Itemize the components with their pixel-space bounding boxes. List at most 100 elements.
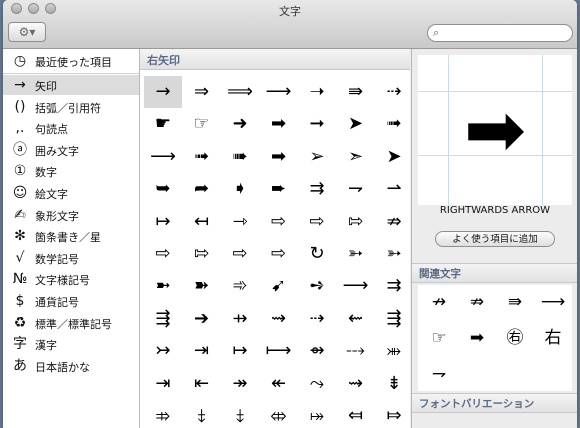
sidebar-item[interactable]: № 文字様記号 <box>3 269 139 289</box>
character-cell[interactable]: ⇉ <box>375 270 413 302</box>
character-cell[interactable]: ➟ <box>375 108 413 140</box>
character-cell[interactable]: ⇨ <box>298 206 336 238</box>
character-cell[interactable]: ⇁ <box>337 173 375 205</box>
character-cell[interactable]: ⟹ <box>221 76 259 108</box>
character-cell[interactable]: ↻ <box>298 238 336 270</box>
sidebar-item[interactable]: 字漢字 <box>3 334 139 354</box>
character-cell[interactable]: ⇨ <box>144 238 182 270</box>
character-cell[interactable]: ➳ <box>375 238 413 270</box>
related-character-cell[interactable]: ⇏ <box>458 285 496 319</box>
sidebar-item[interactable]: あ日本語かな <box>3 356 139 376</box>
character-cell[interactable]: ➣ <box>337 141 375 173</box>
character-cell[interactable]: ⟶ <box>260 76 298 108</box>
character-cell[interactable]: ⤈ <box>183 400 221 428</box>
character-cell[interactable]: ⇝ <box>337 368 375 400</box>
character-cell[interactable]: ☛ <box>144 108 182 140</box>
character-cell[interactable]: ☞ <box>183 108 221 140</box>
character-cell[interactable]: ⇉ <box>298 173 336 205</box>
related-character-cell[interactable]: ➡ <box>458 321 496 355</box>
character-cell[interactable]: ⤈ <box>221 400 259 428</box>
character-cell[interactable]: ➺ <box>298 270 336 302</box>
character-cell[interactable]: ⟶ <box>144 141 182 173</box>
character-cell[interactable]: ⇀ <box>375 173 413 205</box>
action-menu-button[interactable]: ⚙▾ <box>8 22 46 42</box>
character-cell[interactable]: ⇒ <box>183 76 221 108</box>
sidebar-item[interactable]: ⓐ 囲み文字 <box>3 140 139 160</box>
sidebar-item[interactable]: ✻ 箇条書き／星 <box>3 226 139 246</box>
character-cell[interactable]: ⇢ <box>298 303 336 335</box>
character-cell[interactable]: ➔ <box>183 303 221 335</box>
related-character-cell[interactable]: ⇛ <box>496 285 534 319</box>
character-cell[interactable]: ➜ <box>221 108 259 140</box>
character-cell[interactable]: ⤄ <box>260 400 298 428</box>
character-cell[interactable]: ↠ <box>221 368 259 400</box>
character-cell[interactable]: ➧ <box>221 173 259 205</box>
character-cell[interactable]: ⇴ <box>298 335 336 367</box>
character-cell[interactable]: ↦ <box>144 206 182 238</box>
related-character-cell[interactable]: ☞ <box>420 321 458 355</box>
character-cell[interactable]: ➞ <box>298 108 336 140</box>
related-character-cell[interactable]: ⇁ <box>420 357 458 391</box>
character-cell[interactable]: ⇸ <box>221 303 259 335</box>
sidebar-item[interactable]: √ 数学記号 <box>3 248 139 268</box>
related-character-cell[interactable]: ㊨ <box>496 321 534 355</box>
character-cell[interactable]: ➟ <box>183 141 221 173</box>
character-cell[interactable]: ➦ <box>183 173 221 205</box>
character-cell[interactable]: ➡ <box>260 141 298 173</box>
search-input[interactable] <box>446 26 566 40</box>
character-cell[interactable]: ⇶ <box>375 303 413 335</box>
character-cell[interactable]: ➳ <box>337 238 375 270</box>
character-cell[interactable]: ⤳ <box>298 368 336 400</box>
character-cell[interactable]: ⟶ <box>337 270 375 302</box>
character-cell[interactable]: ⇜ <box>337 303 375 335</box>
sidebar-item[interactable]: ◷ 最近使った項目 <box>3 51 139 71</box>
sidebar-item[interactable]: ☺ 絵文字 <box>3 183 139 203</box>
character-cell[interactable]: ⇝ <box>260 303 298 335</box>
character-cell[interactable]: ➾ <box>221 270 259 302</box>
character-cell[interactable]: → <box>144 76 182 108</box>
character-cell[interactable]: ⇾ <box>221 206 259 238</box>
character-cell[interactable]: ➤ <box>337 108 375 140</box>
character-cell[interactable]: ➢ <box>298 141 336 173</box>
character-cell[interactable]: ⇰ <box>183 238 221 270</box>
character-cell[interactable]: ↦ <box>221 335 259 367</box>
character-cell[interactable]: ➡ <box>260 108 298 140</box>
character-cell[interactable]: ⤅ <box>298 400 336 428</box>
character-cell[interactable]: ⇨ <box>221 238 259 270</box>
character-cell[interactable]: ⇥ <box>144 368 182 400</box>
character-cell[interactable]: ⤇ <box>375 400 413 428</box>
sidebar-item[interactable]: $ 通貨記号 <box>3 291 139 311</box>
character-cell[interactable]: ➽ <box>183 270 221 302</box>
sidebar-item[interactable]: () 括弧／引用符 <box>3 97 139 117</box>
character-cell[interactable]: ➠ <box>221 141 259 173</box>
character-cell[interactable]: ↤ <box>183 206 221 238</box>
character-cell[interactable]: ⤕ <box>375 335 413 367</box>
character-cell[interactable]: ↞ <box>260 368 298 400</box>
character-cell[interactable]: ➝ <box>298 76 336 108</box>
character-cell[interactable]: ➥ <box>144 173 182 205</box>
character-cell[interactable]: ⇨ <box>260 206 298 238</box>
add-to-favorites-button[interactable]: よく使う項目に追加 <box>435 231 555 247</box>
sidebar-item[interactable]: ♻ 標準／標準記号 <box>3 313 139 333</box>
related-character-cell[interactable]: ↛ <box>420 285 458 319</box>
character-cell[interactable]: ↣ <box>144 335 182 367</box>
character-cell[interactable]: ⇢ <box>375 76 413 108</box>
character-cell[interactable]: ⟼ <box>260 335 298 367</box>
character-cell[interactable]: ➨ <box>260 173 298 205</box>
character-cell[interactable]: ⇛ <box>337 76 375 108</box>
related-character-cell[interactable]: ⟶ <box>534 285 572 319</box>
character-cell[interactable]: ⇟ <box>375 368 413 400</box>
character-cell[interactable]: ➤ <box>375 141 413 173</box>
sidebar-item[interactable]: ,. 句読点 <box>3 118 139 138</box>
character-cell[interactable]: ➹ <box>260 270 298 302</box>
character-cell[interactable]: ⤃ <box>144 400 182 428</box>
character-cell[interactable]: ➼ <box>144 270 182 302</box>
character-cell[interactable]: ⤏ <box>337 335 375 367</box>
character-cell[interactable]: ⇤ <box>183 368 221 400</box>
character-cell[interactable]: ⇨ <box>260 238 298 270</box>
sidebar-item[interactable]: ✍ 象形文字 <box>3 205 139 225</box>
character-cell[interactable]: ⇏ <box>375 206 413 238</box>
related-character-cell[interactable]: 右 <box>534 321 572 355</box>
sidebar-item[interactable]: ① 数字 <box>3 161 139 181</box>
sidebar-item[interactable]: → 矢印 <box>3 75 139 95</box>
